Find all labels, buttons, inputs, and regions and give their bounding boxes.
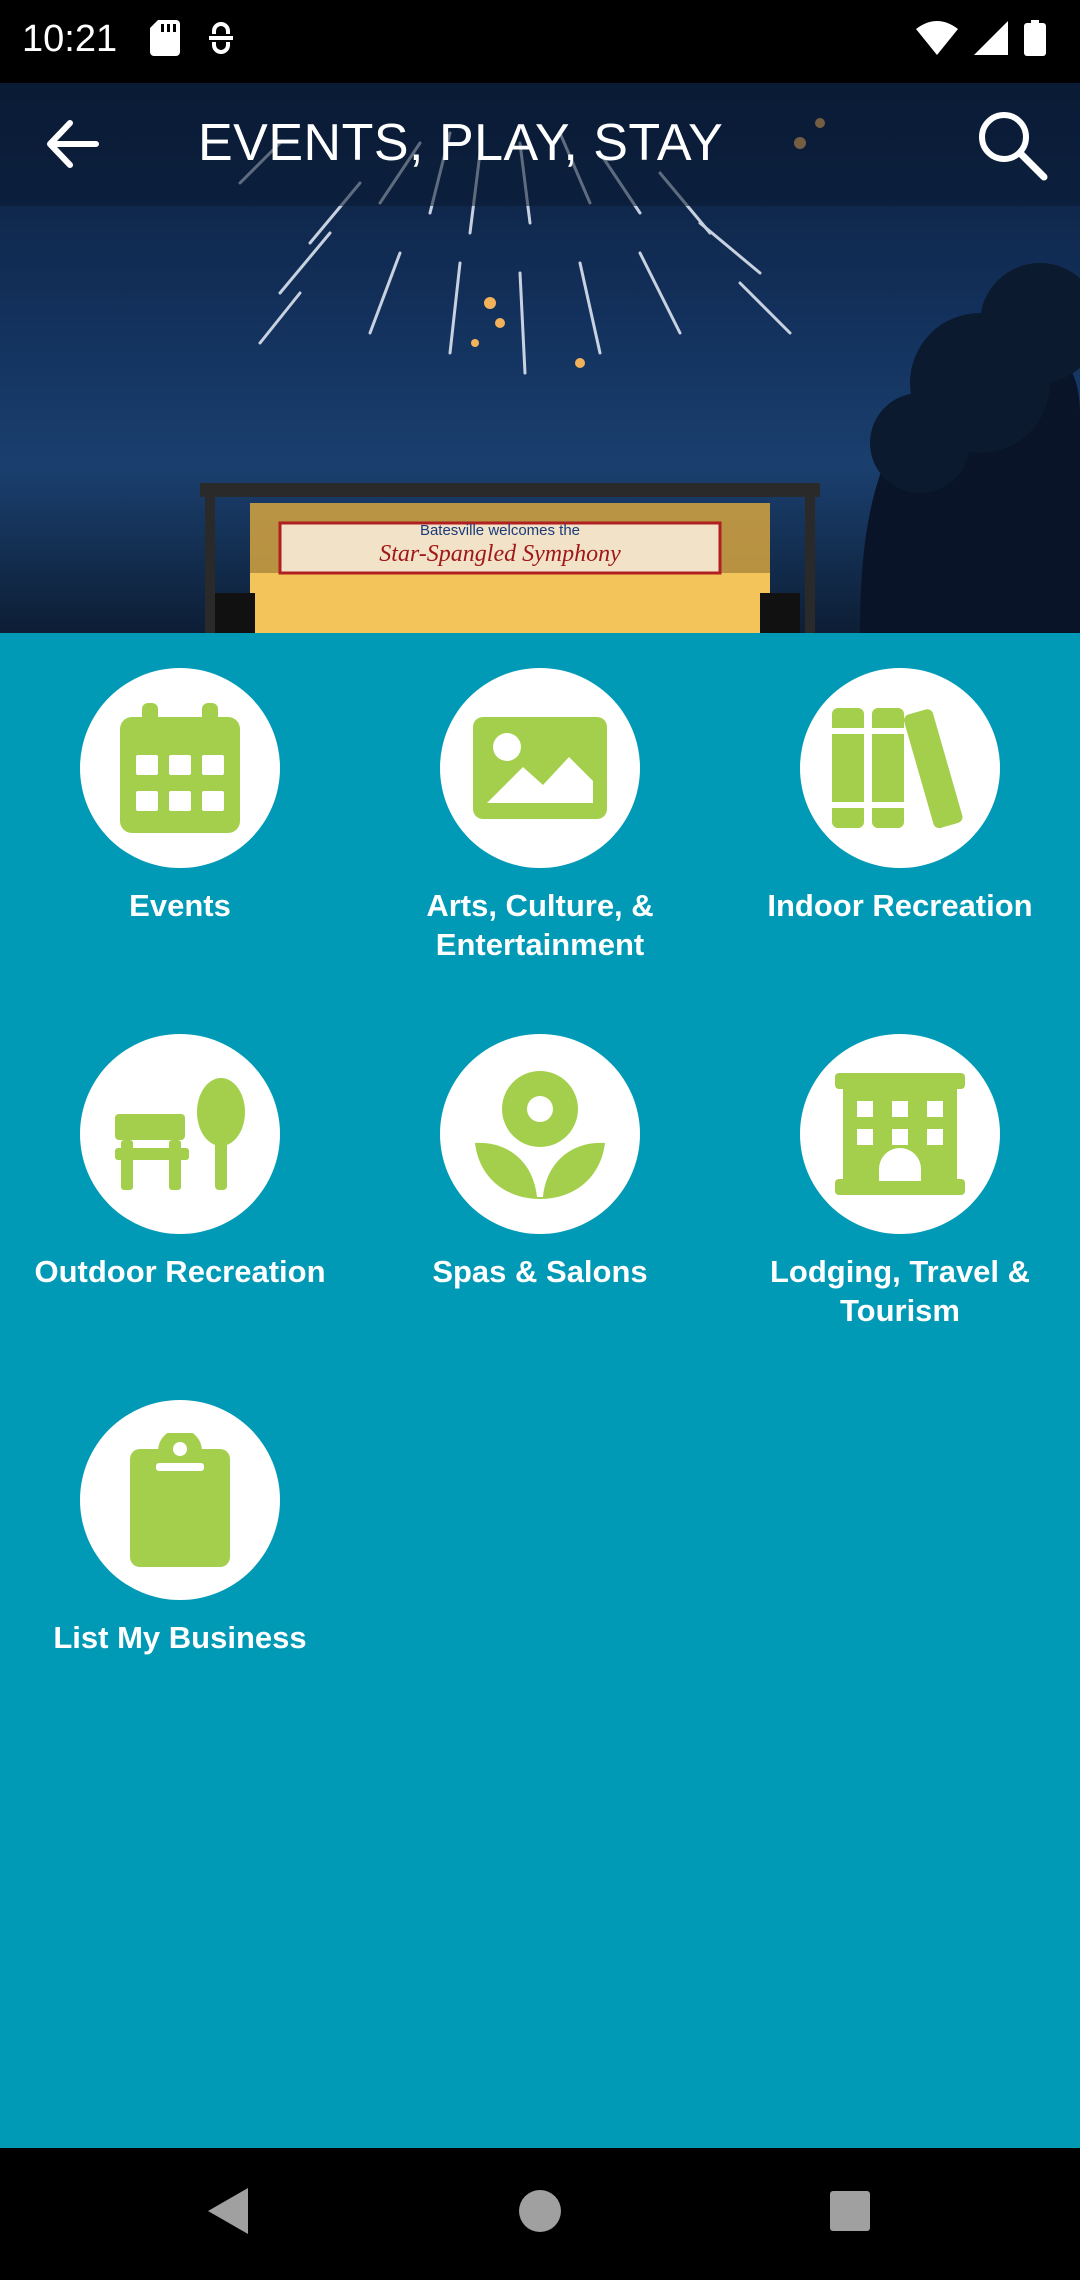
category-spas-salons[interactable]: Spas & Salons bbox=[360, 1034, 720, 1291]
banner-line1: Batesville welcomes the bbox=[420, 522, 580, 539]
category-label: Events bbox=[129, 888, 231, 923]
category-label: Indoor Recreation bbox=[767, 888, 1033, 923]
search-button[interactable] bbox=[972, 105, 1052, 185]
page-title: EVENTS, PLAY, STAY bbox=[198, 114, 724, 172]
hotel-icon bbox=[835, 1073, 965, 1195]
vpn-key-icon bbox=[209, 22, 233, 54]
wifi-icon bbox=[916, 21, 958, 55]
category-label: List My Business bbox=[53, 1620, 307, 1655]
nav-home-button[interactable] bbox=[516, 2184, 564, 2243]
bench-tree-icon bbox=[115, 1078, 245, 1190]
status-bar: 10:21 bbox=[0, 0, 1080, 83]
category-events[interactable]: Events bbox=[0, 668, 360, 925]
recents-square-icon bbox=[830, 2191, 870, 2231]
system-nav-bar bbox=[0, 2148, 1080, 2280]
nav-back-button[interactable] bbox=[204, 2184, 252, 2243]
category-indoor-recreation[interactable]: Indoor Recreation bbox=[720, 668, 1080, 925]
category-lodging-travel[interactable]: Lodging, Travel & Tourism bbox=[720, 1034, 1080, 1330]
search-icon bbox=[979, 112, 1048, 181]
category-arts-culture[interactable]: Arts, Culture, & Entertainment bbox=[360, 668, 720, 964]
clipboard-icon bbox=[130, 1433, 230, 1567]
banner-line2: Star-Spangled Symphony bbox=[379, 541, 621, 567]
category-label: Lodging, Travel & Tourism bbox=[769, 1254, 1031, 1328]
books-icon bbox=[832, 708, 963, 828]
category-label: Outdoor Recreation bbox=[34, 1254, 326, 1289]
app-bar: EVENTS, PLAY, STAY bbox=[0, 83, 1080, 206]
flower-icon bbox=[475, 1071, 605, 1199]
signal-icon bbox=[974, 21, 1008, 55]
arrow-left-icon bbox=[47, 120, 99, 168]
sd-card-icon bbox=[150, 20, 180, 56]
status-time: 10:21 bbox=[22, 18, 118, 60]
nav-recents-button[interactable] bbox=[826, 2184, 874, 2243]
category-list-my-business[interactable]: List My Business bbox=[0, 1400, 360, 1657]
image-icon bbox=[473, 717, 607, 819]
category-label: Arts, Culture, & Entertainment bbox=[426, 888, 654, 962]
home-circle-icon bbox=[519, 2190, 561, 2232]
calendar-icon bbox=[120, 703, 240, 833]
category-outdoor-recreation[interactable]: Outdoor Recreation bbox=[0, 1034, 360, 1291]
battery-icon bbox=[1024, 20, 1046, 56]
category-label: Spas & Salons bbox=[432, 1254, 648, 1289]
back-triangle-icon bbox=[208, 2188, 248, 2234]
back-button[interactable] bbox=[40, 113, 110, 175]
